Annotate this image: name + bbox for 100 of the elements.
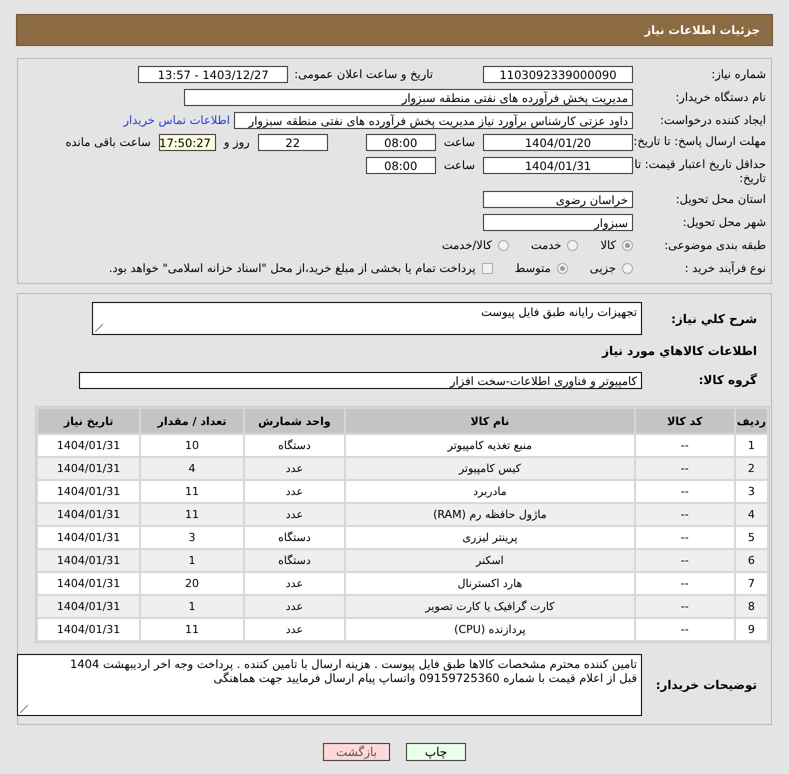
table-cell: دستگاه: [244, 527, 344, 548]
checkbox[interactable]: [482, 262, 493, 274]
table-cell: پردازنده (CPU): [346, 619, 634, 640]
announce-date-field: 1403/12/27 - 13:57: [138, 66, 288, 82]
radio-label: کالا: [600, 238, 616, 252]
table-cell: عدد: [244, 481, 344, 502]
print-button[interactable]: چاپ: [406, 743, 466, 761]
column-header: نام کالا: [346, 409, 634, 433]
field-label: ایجاد کننده درخواست:: [659, 113, 767, 127]
radio-button[interactable]: [498, 240, 509, 250]
table-cell: کیس کامپیوتر: [346, 458, 634, 479]
table-cell: 1: [141, 596, 243, 617]
table-cell: 4: [736, 504, 767, 525]
table-cell: 1404/01/31: [38, 435, 140, 456]
table-cell: --: [636, 481, 734, 502]
table-cell: کارت گرافیک یا کارت تصویر: [346, 596, 634, 617]
table-cell: 3: [141, 527, 243, 548]
table-cell: منبع تغذیه کامپیوتر: [346, 435, 634, 456]
remaining-time-field: 17:50:27: [158, 134, 216, 151]
deadline-time-field: 08:00: [366, 134, 436, 151]
table-cell: 1404/01/31: [38, 504, 140, 525]
field-label: روز و: [224, 134, 250, 151]
validity-time-field: 08:00: [366, 157, 436, 174]
radio-label: خدمت: [530, 238, 562, 252]
field-label: استان محل تحویل:: [674, 192, 767, 206]
radio-button[interactable]: [622, 262, 633, 274]
table-cell: عدد: [244, 619, 344, 640]
table-cell: عدد: [244, 458, 344, 479]
table-cell: 1404/01/31: [38, 596, 140, 617]
checkbox-label: پرداخت تمام یا بخشی از مبلغ خرید،از محل "اسناد خزانه اسلامی" خواهد بود.: [108, 261, 476, 275]
table-cell: 3: [736, 481, 767, 502]
table-cell: 8: [736, 596, 767, 617]
field-label: ساعت: [444, 134, 475, 151]
field-label: مهلت ارسال پاسخ: تا تاریخ:: [633, 134, 767, 148]
radio-button[interactable]: [556, 262, 568, 274]
buyer-contact-link[interactable]: اطلاعات تماس خریدار: [123, 113, 230, 127]
buyer-field: مدیریت پخش فرآورده های نفتی منطقه سبزوار: [184, 88, 633, 106]
need-number-field: 1103092339000090: [483, 66, 633, 82]
column-header: واحد شمارش: [244, 409, 344, 433]
radio-label: متوسط: [514, 261, 551, 275]
table-cell: --: [636, 550, 734, 571]
table-cell: --: [636, 458, 734, 479]
table-cell: 5: [736, 527, 767, 548]
table-cell: 11: [141, 481, 243, 502]
table-cell: --: [636, 435, 734, 456]
buyer-notes-textarea[interactable]: تامین کننده محترم مشخصات کالاها طبق فایل پیوست . هزینه ارسال با تامین کننده . پرداخت وجه اخر اردیبهشت 1404 قبل از اعلام قیمت با شماره 09159725360 واتساپ پیام ارسال فرمایید جهت هماهنگی: [17, 654, 642, 716]
table-cell: ماژول حافظه رم (RAM): [346, 504, 634, 525]
radio-label: جزیی: [590, 261, 616, 275]
table-cell: 2: [736, 458, 767, 479]
deadline-date-field: 1404/01/20: [483, 134, 633, 151]
table-cell: 1: [736, 435, 767, 456]
back-button[interactable]: بازگشت: [323, 743, 390, 761]
column-header: ردیف: [736, 409, 767, 433]
table-cell: دستگاه: [244, 435, 344, 456]
validity-date-field: 1404/01/31: [483, 157, 633, 174]
table-cell: 1404/01/31: [38, 527, 140, 548]
city-field: سبزوار: [483, 214, 633, 230]
field-label: طبقه بندی موضوعی:: [663, 238, 767, 252]
table-cell: عدد: [244, 504, 344, 525]
table-cell: 10: [141, 435, 243, 456]
creator-field: داود عزتی کارشناس برآورد نیاز مدیریت پخش فرآورده های نفتی منطقه سبزوار: [234, 112, 633, 128]
table-cell: 1404/01/31: [38, 550, 140, 571]
table-cell: هارد اکسترنال: [346, 573, 634, 594]
description-textarea[interactable]: تجهیزات رایانه طبق فایل پیوست: [92, 302, 642, 335]
table-cell: پرینتر لیزری: [346, 527, 634, 548]
table-cell: عدد: [244, 596, 344, 617]
radio-button[interactable]: [622, 240, 633, 250]
field-label: توضیحات خریدار:: [654, 678, 758, 692]
table-cell: 1: [141, 550, 243, 571]
table-cell: 11: [141, 619, 243, 640]
days-field: 22: [258, 134, 328, 151]
table-cell: --: [636, 596, 734, 617]
table-cell: 1404/01/31: [38, 619, 140, 640]
field-label: شرح کلي نياز:: [670, 312, 758, 326]
province-field: خراسان رضوی: [483, 190, 633, 208]
table-cell: --: [636, 619, 734, 640]
table-cell: 4: [141, 458, 243, 479]
table-cell: مادربرد: [346, 481, 634, 502]
table-cell: 7: [736, 573, 767, 594]
field-label: ساعت باقی مانده: [66, 134, 151, 151]
field-label: شماره نیاز:: [710, 67, 767, 81]
table-cell: --: [636, 527, 734, 548]
field-label: گروه کالا:: [698, 373, 758, 387]
field-label: ساعت: [444, 157, 475, 174]
field-label: تاریخ و ساعت اعلان عمومی:: [294, 67, 433, 81]
column-header: کد کالا: [636, 409, 734, 433]
table-cell: 1404/01/31: [38, 458, 140, 479]
table-cell: اسکنر: [346, 550, 634, 571]
table-cell: --: [636, 573, 734, 594]
table-cell: 1404/01/31: [38, 481, 140, 502]
field-label: حداقل تاریخ اعتبار قیمت: تا تاریخ:: [633, 157, 767, 185]
section-heading: اطلاعات کالاهاي مورد نياز: [600, 344, 758, 358]
radio-label: کالا/خدمت: [442, 238, 492, 252]
field-label: شهر محل تحویل:: [682, 215, 767, 229]
table-cell: 6: [736, 550, 767, 571]
table-cell: 20: [141, 573, 243, 594]
page-title: جزئیات اطلاعات نیاز: [644, 23, 760, 37]
field-label: نام دستگاه خریدار:: [674, 90, 767, 104]
column-header: تاریخ نیاز: [38, 409, 140, 433]
radio-button[interactable]: [567, 240, 578, 250]
